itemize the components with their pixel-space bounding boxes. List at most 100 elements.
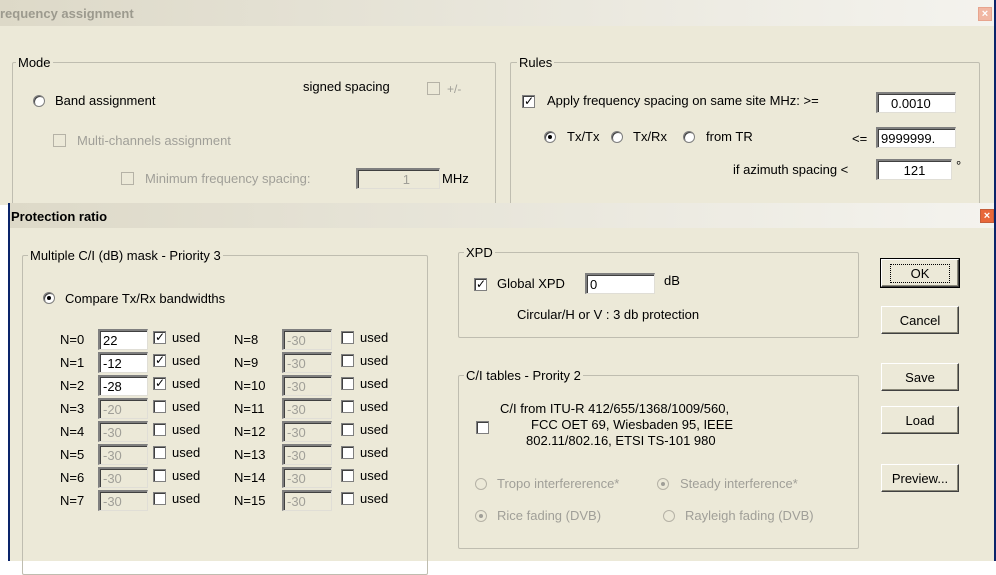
used-label: used [172, 422, 201, 437]
xpd-field[interactable]: 0 [585, 273, 655, 294]
mask-value-field[interactable]: -30 [282, 490, 332, 511]
used-checkbox[interactable]: ✓ [153, 353, 166, 367]
mask-value-field[interactable]: -30 [98, 444, 148, 465]
radio-dot-icon [47, 296, 51, 300]
xpd-group [458, 252, 859, 338]
spacing-min-field[interactable]: 0.0010 [876, 92, 956, 113]
used-label: used [172, 376, 201, 391]
ci-text-1: C/I from ITU-R 412/655/1368/1009/560, [500, 401, 730, 416]
mask-value: -30 [287, 379, 306, 394]
signed-spacing-checkbox[interactable] [427, 82, 440, 95]
mask-group-label: Multiple C/I (dB) mask - Priority 3 [28, 248, 223, 263]
mask-value: -30 [287, 356, 306, 371]
spacing-max-field[interactable]: 9999999. [876, 127, 956, 148]
used-checkbox[interactable] [341, 469, 354, 482]
used-label: used [172, 353, 201, 368]
txtx-radio[interactable] [544, 131, 556, 143]
radio-dot-icon [661, 482, 665, 486]
spacing-min-value: 0.0010 [891, 96, 931, 111]
mask-value-field[interactable]: -30 [282, 375, 332, 396]
used-label: used [172, 491, 201, 506]
mask-value: -28 [103, 379, 122, 394]
check-icon: ✓ [524, 94, 535, 108]
mask-value: -30 [287, 333, 306, 348]
txrx-radio[interactable] [611, 131, 623, 143]
mask-value-field[interactable]: -20 [98, 398, 148, 419]
mask-row-label: N=2 [60, 378, 85, 393]
apply-spacing-label: Apply frequency spacing on same site MHz… [547, 93, 819, 108]
save-button[interactable]: Save [881, 363, 959, 391]
mask-value: -30 [103, 471, 122, 486]
azimuth-field[interactable]: 121 [876, 159, 952, 180]
mask-row-label: N=9 [234, 355, 259, 370]
used-checkbox[interactable] [341, 492, 354, 505]
mask-value: -20 [103, 402, 122, 417]
used-checkbox[interactable] [153, 492, 166, 505]
tropo-radio[interactable] [475, 478, 487, 490]
check-icon: ✓ [155, 353, 166, 367]
apply-spacing-checkbox[interactable]: ✓ [522, 94, 535, 108]
mask-value-field[interactable]: -30 [282, 421, 332, 442]
rayleigh-radio[interactable] [663, 510, 675, 522]
compare-radio[interactable] [43, 292, 55, 304]
frequency-assignment-titlebar: requency assignment × [0, 0, 994, 26]
cancel-button-label: Cancel [899, 312, 941, 328]
protection-ratio-dialog: Protection ratio × Multiple C/I (dB) mas… [8, 203, 996, 575]
used-checkbox[interactable]: ✓ [153, 330, 166, 344]
signed-spacing-label: signed spacing [303, 79, 390, 94]
min-spacing-field[interactable]: 1 [356, 168, 440, 189]
mask-value-field[interactable]: -30 [282, 329, 332, 350]
mask-value-field[interactable]: -30 [98, 490, 148, 511]
band-assignment-radio[interactable] [33, 95, 45, 107]
mask-value-field[interactable]: -30 [282, 352, 332, 373]
load-button[interactable]: Load [881, 406, 959, 434]
min-spacing-checkbox[interactable] [121, 172, 134, 185]
used-label: used [172, 445, 201, 460]
global-xpd-label: Global XPD [497, 276, 565, 291]
db-label: dB [664, 273, 680, 288]
band-assignment-label: Band assignment [55, 93, 156, 108]
cancel-button[interactable]: Cancel [881, 306, 959, 334]
used-checkbox[interactable] [341, 446, 354, 459]
used-checkbox[interactable] [153, 446, 166, 459]
frequency-assignment-dialog: requency assignment × Mode signed spacin… [0, 0, 996, 212]
close-icon[interactable]: × [980, 209, 994, 223]
used-checkbox[interactable] [341, 400, 354, 413]
load-button-label: Load [905, 412, 935, 428]
rules-group-label: Rules [517, 55, 555, 70]
from-tr-radio[interactable] [683, 131, 695, 143]
mhz-label: MHz [442, 171, 469, 186]
used-checkbox[interactable]: ✓ [153, 376, 166, 390]
mask-value-field[interactable]: -30 [282, 444, 332, 465]
mask-value-field[interactable]: 22 [98, 329, 148, 350]
mask-value: -30 [287, 402, 306, 417]
mask-value-field[interactable]: -30 [98, 467, 148, 488]
rice-radio[interactable] [475, 510, 487, 522]
mask-value-field[interactable]: -30 [282, 467, 332, 488]
azimuth-value: 121 [903, 163, 926, 178]
mask-value-field[interactable]: -12 [98, 352, 148, 373]
used-label: used [360, 445, 389, 460]
save-button-label: Save [905, 369, 935, 385]
preview-button[interactable]: Preview... [881, 464, 959, 492]
check-icon: ✓ [155, 330, 166, 344]
mask-value-field[interactable]: -30 [282, 398, 332, 419]
txtx-label: Tx/Tx [567, 129, 600, 144]
global-xpd-checkbox[interactable]: ✓ [474, 277, 487, 291]
ok-button[interactable]: OK [880, 258, 960, 288]
used-checkbox[interactable] [153, 423, 166, 436]
close-icon[interactable]: × [978, 7, 992, 21]
ci-checkbox[interactable] [476, 421, 489, 434]
mask-value-field[interactable]: -30 [98, 421, 148, 442]
used-checkbox[interactable] [341, 354, 354, 367]
used-label: used [360, 399, 389, 414]
used-checkbox[interactable] [153, 469, 166, 482]
used-checkbox[interactable] [341, 377, 354, 390]
used-checkbox[interactable] [153, 400, 166, 413]
mask-value-field[interactable]: -28 [98, 375, 148, 396]
used-checkbox[interactable] [341, 331, 354, 344]
used-checkbox[interactable] [341, 423, 354, 436]
multi-channels-checkbox[interactable] [53, 134, 66, 147]
steady-radio[interactable] [657, 478, 669, 490]
mask-row-label: N=12 [234, 424, 266, 439]
